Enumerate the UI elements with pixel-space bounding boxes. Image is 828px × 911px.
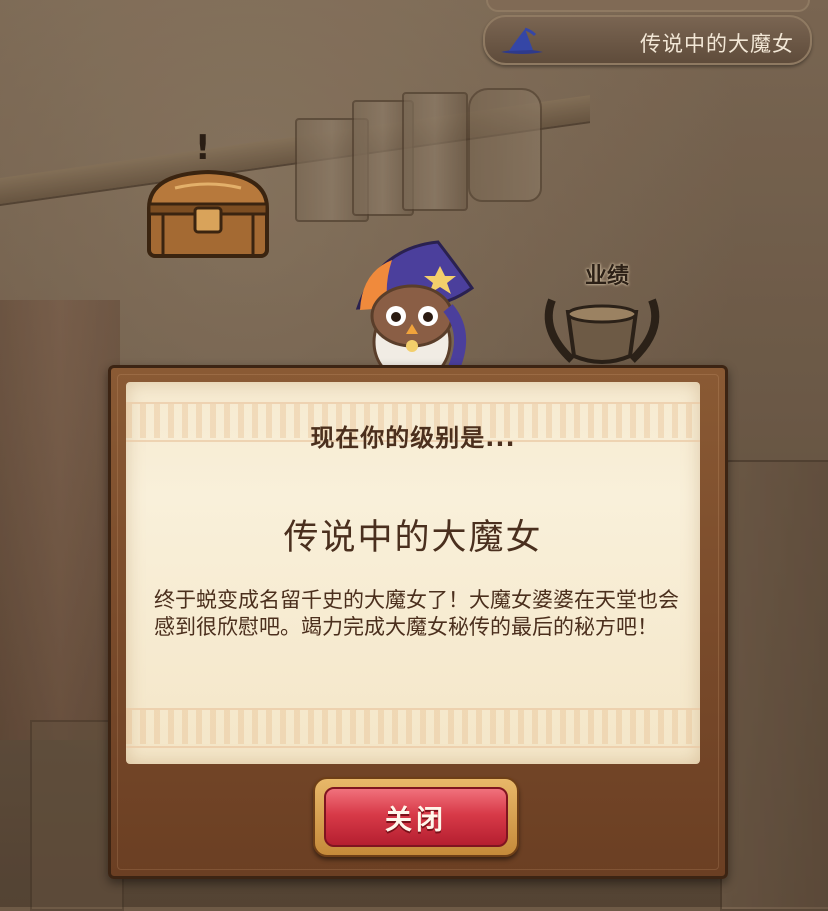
owl-witch-icon [355,240,475,384]
close-button-face[interactable]: 关闭 [324,787,508,847]
dialog-heading: 现在你的级别是... [310,424,516,452]
witch-hat-icon [501,27,543,54]
rank-dialog: 现在你的级别是... 传说中的大魔女 终于蜕变成名留千史的大魔女了！大魔女婆婆在… [126,382,700,764]
trophy-icon[interactable] [532,290,672,370]
close-button-label: 关闭 [385,804,447,836]
divider [126,402,700,404]
decorative-band [126,710,700,744]
rank-badge-text: 传说中的大魔女 [640,32,794,56]
top-tab-edge [486,0,810,12]
divider [126,746,700,748]
rank-description: 终于蜕变成名留千史的大魔女了！大魔女婆婆在天堂也会感到很欣慰吧。竭力完成大魔女秘… [154,588,679,639]
alert-indicator: ! [195,128,211,168]
rank-badge[interactable]: 传说中的大魔女 [483,15,812,65]
close-button[interactable]: 关闭 [313,777,519,857]
achievements-label[interactable]: 业绩 [572,258,642,290]
treasure-chest-icon[interactable] [145,168,271,260]
rank-name: 传说中的大魔女 [283,518,543,558]
divider [126,708,700,710]
